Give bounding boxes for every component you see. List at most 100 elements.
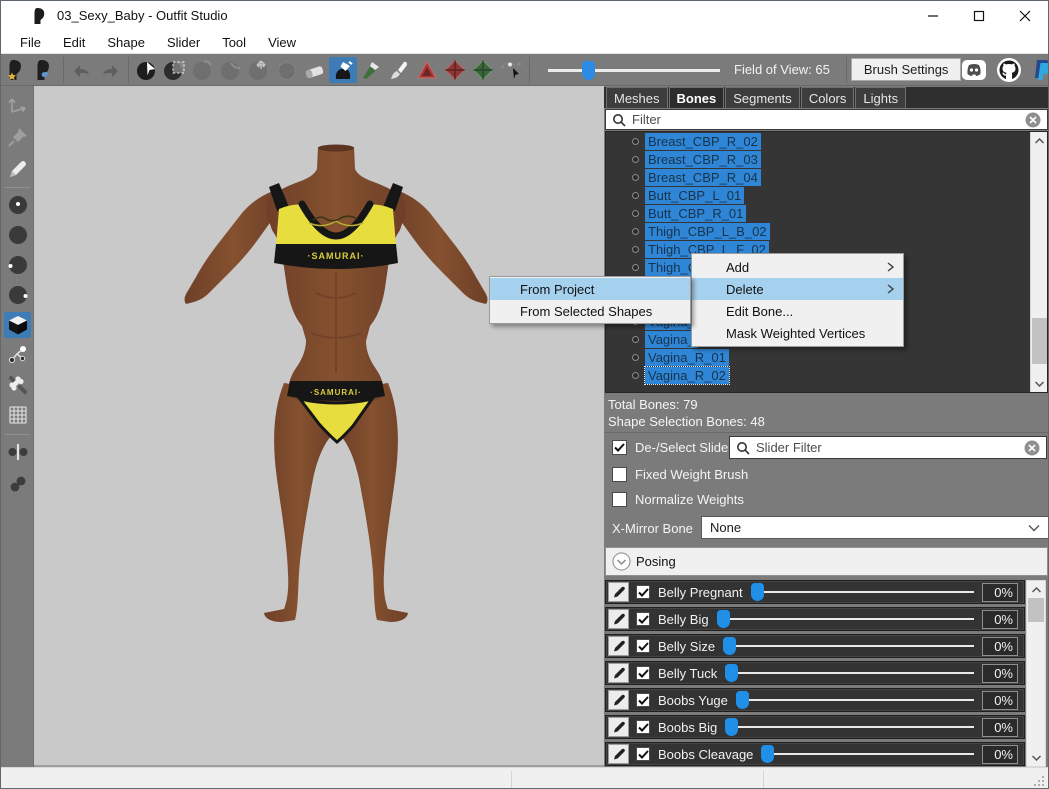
weight-brush-button[interactable] (413, 57, 441, 83)
slider-track[interactable] (761, 744, 974, 764)
fixed-weight-brush-option[interactable]: Fixed Weight Brush (612, 467, 748, 482)
bone-item[interactable]: Thigh_CBP_L_B_02 (606, 222, 1047, 240)
show-grid-button[interactable] (4, 402, 31, 428)
slider-handle[interactable] (723, 637, 736, 655)
flatten-brush-button[interactable] (217, 57, 245, 83)
brush-settings-button[interactable]: Brush Settings (851, 58, 962, 81)
slider-track[interactable] (717, 609, 974, 629)
deflate-brush-button[interactable] (357, 57, 385, 83)
mask-brush-button[interactable] (161, 57, 189, 83)
submenu-from-selected-shapes[interactable]: From Selected Shapes (490, 300, 690, 322)
transform-tool-button[interactable] (4, 92, 31, 118)
submenu-from-project[interactable]: From Project (490, 278, 690, 300)
edit-slider-button[interactable] (608, 690, 629, 710)
vertex-select-button[interactable] (497, 57, 525, 83)
inflate-brush-button[interactable] (329, 57, 357, 83)
scroll-up-icon[interactable] (1031, 132, 1048, 149)
slider-track[interactable] (723, 636, 974, 656)
edit-slider-button[interactable] (608, 717, 629, 737)
bone-item[interactable]: Butt_CBP_R_01 (606, 204, 1047, 222)
show-bones-button[interactable] (4, 372, 31, 398)
bone-list-scrollbar[interactable] (1030, 132, 1047, 392)
menu-tool[interactable]: Tool (211, 32, 257, 53)
perspective-view-button[interactable] (4, 312, 31, 338)
title-bar[interactable]: 03_Sexy_Baby - Outfit Studio (1, 1, 1048, 31)
right-view-button[interactable] (4, 282, 31, 308)
show-nodes-button[interactable] (4, 342, 31, 368)
menu-edit[interactable]: Edit (52, 32, 96, 53)
pinch-brush-button[interactable] (189, 57, 217, 83)
menu-view[interactable]: View (257, 32, 307, 53)
normalize-weights-checkbox[interactable] (612, 492, 627, 507)
bone-item[interactable]: Vagina_R_02 (606, 366, 1047, 384)
left-view-button[interactable] (4, 252, 31, 278)
slider-handle[interactable] (736, 691, 749, 709)
fov-slider-handle[interactable] (582, 61, 595, 80)
bone-filter-input[interactable] (632, 112, 1025, 127)
slider-value[interactable]: 0% (982, 691, 1018, 710)
resize-grip[interactable] (1032, 774, 1045, 787)
tab-meshes[interactable]: Meshes (606, 87, 668, 108)
edit-slider-button[interactable] (608, 744, 629, 764)
mirror-mode-button[interactable] (4, 439, 31, 465)
slider-checkbox[interactable] (636, 612, 650, 626)
context-menu-add[interactable]: Add (692, 256, 903, 278)
bone-item[interactable]: Vagina_R_01 (606, 348, 1047, 366)
bone-item[interactable]: Butt_CBP_L_01 (606, 186, 1047, 204)
move-brush-button[interactable] (245, 57, 273, 83)
slider-value[interactable]: 0% (982, 583, 1018, 602)
paypal-icon[interactable] (1031, 57, 1049, 83)
alpha-brush-button[interactable] (469, 57, 497, 83)
slider-value[interactable]: 0% (982, 664, 1018, 683)
tab-lights[interactable]: Lights (855, 87, 906, 108)
body-model[interactable]: ·SAMURAI· ·SAMURAI· (181, 143, 491, 633)
scroll-up-icon[interactable] (1027, 581, 1045, 598)
fixed-weight-brush-checkbox[interactable] (612, 467, 627, 482)
normalize-weights-option[interactable]: Normalize Weights (612, 492, 744, 507)
slider-track[interactable] (725, 663, 974, 683)
eraser-button[interactable] (301, 57, 329, 83)
paint-brush-button[interactable] (385, 57, 413, 83)
vertex-edit-button[interactable] (4, 156, 31, 182)
slider-track[interactable] (725, 717, 974, 737)
slider-value[interactable]: 0% (982, 718, 1018, 737)
maximize-button[interactable] (956, 1, 1002, 31)
context-menu-delete[interactable]: Delete (692, 278, 903, 300)
tab-bones[interactable]: Bones (669, 87, 725, 108)
edit-slider-button[interactable] (608, 663, 629, 683)
slider-list-scrollbar[interactable] (1026, 580, 1046, 767)
bone-filter-box[interactable] (605, 109, 1048, 130)
scrollbar-thumb[interactable] (1032, 318, 1047, 364)
discord-icon[interactable] (961, 57, 987, 83)
slider-checkbox[interactable] (636, 747, 650, 761)
slider-handle[interactable] (717, 610, 730, 628)
slider-checkbox[interactable] (636, 585, 650, 599)
front-view-button[interactable] (4, 192, 31, 218)
slider-checkbox[interactable] (636, 639, 650, 653)
load-project-button[interactable] (31, 57, 59, 83)
close-button[interactable] (1002, 1, 1048, 31)
context-menu-mask-weighted-vertices[interactable]: Mask Weighted Vertices (692, 322, 903, 344)
collapse-chevron-icon[interactable] (612, 552, 631, 571)
slider-checkbox[interactable] (636, 693, 650, 707)
slider-handle[interactable] (725, 718, 738, 736)
slider-track[interactable] (751, 582, 974, 602)
deselect-sliders-checkbox[interactable] (612, 440, 627, 455)
menu-file[interactable]: File (9, 32, 52, 53)
color-brush-button[interactable] (441, 57, 469, 83)
back-view-button[interactable] (4, 222, 31, 248)
slider-handle[interactable] (751, 583, 764, 601)
slider-handle[interactable] (725, 664, 738, 682)
slider-checkbox[interactable] (636, 720, 650, 734)
slider-value[interactable]: 0% (982, 610, 1018, 629)
minimize-button[interactable] (910, 1, 956, 31)
edit-slider-button[interactable] (608, 609, 629, 629)
bone-item[interactable]: Breast_CBP_R_02 (606, 132, 1047, 150)
menu-slider[interactable]: Slider (156, 32, 211, 53)
edit-slider-button[interactable] (608, 582, 629, 602)
slider-track[interactable] (736, 690, 974, 710)
slider-value[interactable]: 0% (982, 745, 1018, 764)
x-mirror-bone-dropdown[interactable]: None (701, 516, 1049, 539)
field-of-view-slider[interactable] (548, 59, 720, 81)
tab-colors[interactable]: Colors (801, 87, 855, 108)
